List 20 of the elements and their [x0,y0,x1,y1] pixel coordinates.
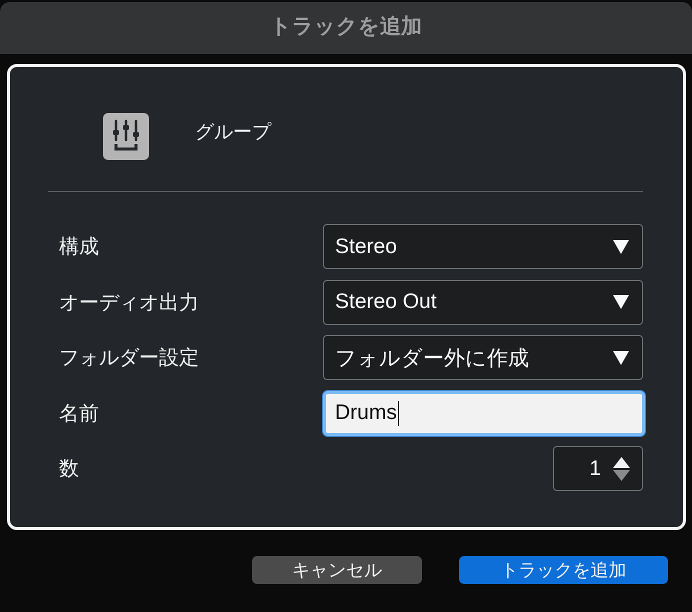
setting-label: 構成 [59,235,99,260]
text-field[interactable]: Drums [323,390,645,436]
setting-label: 名前 [59,402,99,426]
track-type-label: グループ [195,120,271,144]
setting-label: オーディオ出力 [59,290,199,316]
dropdown[interactable]: Stereo Out [323,280,643,324]
dropdown[interactable]: Stereo [323,224,643,269]
cancel-button[interactable]: キャンセル [252,556,422,584]
sliders-icon [103,113,149,160]
window-title: トラックを追加 [270,14,422,40]
add-track-button[interactable]: トラックを追加 [459,556,668,584]
caret-icon [613,240,629,254]
triangle-up-icon[interactable] [613,456,630,468]
number-spinner[interactable]: 1 [553,446,643,491]
text-cursor-icon [398,400,400,426]
caret-icon [613,350,629,364]
setting-label: 数 [59,457,79,482]
setting-label: フォルダー設定 [59,346,199,371]
caret-icon [613,295,629,309]
dropdown[interactable]: フォルダー外に作成 [323,335,643,380]
